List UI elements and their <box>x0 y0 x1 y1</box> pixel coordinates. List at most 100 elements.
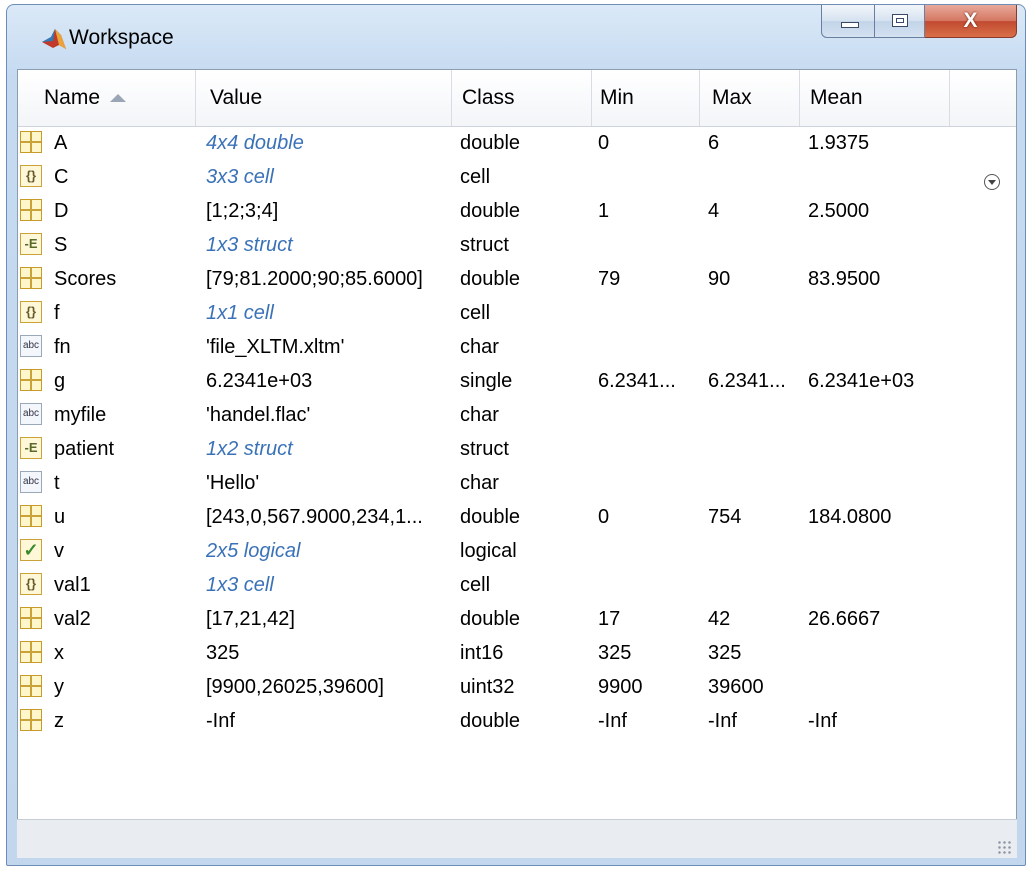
table-row[interactable]: y [9900,26025,39600] uint32 9900 39600 <box>18 670 1016 704</box>
variable-name: Scores <box>54 268 117 290</box>
maximize-icon <box>892 14 908 27</box>
cell-array-icon: {} <box>20 165 42 187</box>
variable-value: 'handel.flac' <box>206 404 311 426</box>
table-header: Name Value Class Min Max Mean <box>18 70 1016 127</box>
table-row[interactable]: abc t 'Hello' char <box>18 466 1016 500</box>
variable-mean: 184.0800 <box>808 506 892 528</box>
matrix-icon <box>20 607 42 629</box>
variable-min: 325 <box>598 642 632 664</box>
table-row[interactable]: z -Inf double -Inf -Inf -Inf <box>18 704 1016 738</box>
variable-class: char <box>460 472 499 494</box>
table-row[interactable]: g 6.2341e+03 single 6.2341... 6.2341... 6.234… <box>18 364 1016 398</box>
table-row[interactable]: abc fn 'file_XLTM.xltm' char <box>18 330 1016 364</box>
table-row[interactable]: ✓ v 2x5 logical logical <box>18 534 1016 568</box>
variable-mean <box>808 228 968 262</box>
variable-class: single <box>460 370 513 392</box>
variable-name: C <box>54 166 69 188</box>
variable-value[interactable]: 1x1 cell <box>206 296 466 330</box>
resize-grip-icon[interactable] <box>997 840 1011 854</box>
variable-max: 6 <box>708 132 720 154</box>
column-header-max[interactable]: Max <box>700 70 800 126</box>
variable-value[interactable]: 3x3 cell <box>206 160 466 194</box>
variable-min <box>598 330 698 364</box>
column-header-mean[interactable]: Mean <box>800 70 950 126</box>
variable-name: D <box>54 200 69 222</box>
maximize-button[interactable] <box>875 5 925 38</box>
table-row[interactable]: {} C 3x3 cell cell <box>18 160 1016 194</box>
variable-class: double <box>460 268 521 290</box>
table-row[interactable]: D [1;2;3;4] double 1 4 2.5000 <box>18 194 1016 228</box>
matrix-icon <box>20 505 42 527</box>
variable-mean: 1.9375 <box>808 132 870 154</box>
matrix-icon <box>20 709 42 731</box>
variable-max: 6.2341... <box>708 370 786 392</box>
variable-name: v <box>54 540 64 562</box>
minimize-icon <box>841 22 859 28</box>
column-header-value[interactable]: Value <box>196 70 452 126</box>
matrix-icon <box>20 199 42 221</box>
variable-value[interactable]: 4x4 double <box>206 126 466 160</box>
variable-min: 17 <box>598 608 621 630</box>
table-row[interactable]: {} val1 1x3 cell cell <box>18 568 1016 602</box>
column-header-empty <box>950 70 1016 126</box>
variable-mean <box>808 670 968 704</box>
variable-value: -Inf <box>206 710 235 732</box>
char-icon: abc <box>20 335 42 357</box>
variable-value[interactable]: 1x3 struct <box>206 228 466 262</box>
variable-min: -Inf <box>598 710 627 732</box>
variable-name: val2 <box>54 608 91 630</box>
variable-value: 'Hello' <box>206 472 260 494</box>
close-button[interactable]: X <box>925 5 1017 38</box>
variable-class: cell <box>460 302 491 324</box>
close-icon: X <box>963 9 978 32</box>
variable-name: myfile <box>54 404 107 426</box>
variable-min <box>598 160 698 194</box>
variable-class: double <box>460 506 521 528</box>
variable-name: z <box>54 710 64 732</box>
table-row[interactable]: -E S 1x3 struct struct <box>18 228 1016 262</box>
variable-value[interactable]: 1x2 struct <box>206 432 466 466</box>
table-row[interactable]: A 4x4 double double 0 6 1.9375 <box>18 126 1016 160</box>
table-row[interactable]: u [243,0,567.9000,234,1... double 0 754 184.0… <box>18 500 1016 534</box>
variable-max <box>708 296 808 330</box>
sort-ascending-icon <box>110 94 127 103</box>
variable-min: 1 <box>598 200 610 222</box>
matrix-icon <box>20 641 42 663</box>
variable-min <box>598 568 698 602</box>
variable-value[interactable]: 1x3 cell <box>206 568 466 602</box>
struct-icon: -E <box>20 233 42 255</box>
variable-max <box>708 228 808 262</box>
variable-name: val1 <box>54 574 91 596</box>
variable-mean: -Inf <box>808 710 837 732</box>
variable-class: cell <box>460 574 491 596</box>
variable-class: uint32 <box>460 676 515 698</box>
table-row[interactable]: x 325 int16 325 325 <box>18 636 1016 670</box>
table-row[interactable]: -E patient 1x2 struct struct <box>18 432 1016 466</box>
column-chooser-dropdown-icon[interactable] <box>984 174 1000 190</box>
table-row[interactable]: val2 [17,21,42] double 17 42 26.6667 <box>18 602 1016 636</box>
variable-mean <box>808 466 968 500</box>
column-header-class[interactable]: Class <box>452 70 592 126</box>
variable-name: fn <box>54 336 71 358</box>
table-row[interactable]: abc myfile 'handel.flac' char <box>18 398 1016 432</box>
table-row[interactable]: Scores [79;81.2000;90;85.6000] double 79 90 8… <box>18 262 1016 296</box>
variable-class: cell <box>460 166 491 188</box>
variable-min <box>598 432 698 466</box>
variable-mean: 2.5000 <box>808 200 870 222</box>
variable-value: 'file_XLTM.xltm' <box>206 336 345 358</box>
char-icon: abc <box>20 471 42 493</box>
column-header-name[interactable]: Name <box>18 70 196 126</box>
column-header-min[interactable]: Min <box>592 70 700 126</box>
variable-min <box>598 228 698 262</box>
minimize-button[interactable] <box>821 5 875 38</box>
variable-name: y <box>54 676 64 698</box>
title-bar[interactable]: Workspace X <box>7 5 1025 67</box>
variable-class: char <box>460 336 499 358</box>
variable-value: [243,0,567.9000,234,1... <box>206 506 423 528</box>
variable-max <box>708 330 808 364</box>
table-row[interactable]: {} f 1x1 cell cell <box>18 296 1016 330</box>
variable-value[interactable]: 2x5 logical <box>206 534 466 568</box>
variable-max <box>708 466 808 500</box>
variable-name: u <box>54 506 66 528</box>
variable-max: -Inf <box>708 710 737 732</box>
